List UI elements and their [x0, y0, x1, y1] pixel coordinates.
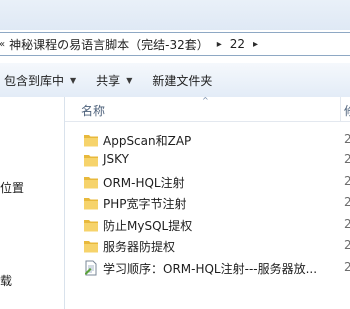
breadcrumb-chevron-icon[interactable]: ▸ [217, 39, 222, 50]
new-folder-label: 新建文件夹 [152, 73, 213, 88]
file-name: 服务器防提权 [103, 240, 176, 254]
list-item[interactable]: 防止MySQL提权 2 [65, 215, 350, 235]
file-name: 防止MySQL提权 [103, 219, 193, 233]
column-divider[interactable] [340, 97, 341, 121]
file-date: 2 [344, 238, 350, 252]
list-item[interactable]: PHP宽字节注射 2 [65, 193, 350, 213]
new-folder-button[interactable]: 新建文件夹 [142, 67, 222, 93]
folder-icon [83, 152, 99, 168]
dropdown-caret-icon: ▼ [70, 75, 77, 85]
share-label: 共享 [96, 73, 121, 88]
file-name: JSKY [103, 152, 129, 166]
address-bar[interactable]: « 神秘课程の易语言脚本（完结-32套） ▸ 22 ▸ [0, 32, 350, 56]
share-button[interactable]: 共享 ▼ [86, 67, 142, 93]
list-item[interactable]: 服务器防提权 2 [65, 236, 350, 256]
history-overflow-icon[interactable]: « [0, 39, 5, 50]
folder-icon [83, 174, 99, 190]
nav-item-downloads[interactable]: 下载 [0, 272, 12, 289]
file-name: AppScan和ZAP [103, 134, 192, 148]
navigation-pane: 的位置 下载 [0, 97, 65, 309]
breadcrumb-chevron-icon[interactable]: ▸ [253, 39, 258, 50]
list-item[interactable]: ORM-HQL注射 2 [65, 172, 350, 192]
column-header: ^ 名称 修 [65, 96, 350, 122]
window-title-strip [0, 0, 350, 30]
text-document-icon [83, 260, 99, 276]
list-item[interactable]: JSKY 2 [65, 150, 350, 170]
include-in-library-label: 包含到库中 [4, 73, 65, 88]
list-item[interactable]: 学习顺序：ORM-HQL注射---服务器放... 2 [65, 258, 350, 278]
folder-icon [83, 195, 99, 211]
sort-ascending-icon: ^ [202, 96, 209, 105]
column-header-date[interactable]: 修 [344, 102, 350, 119]
dropdown-caret-icon: ▼ [126, 75, 133, 85]
folder-icon [83, 238, 99, 254]
breadcrumb-course-folder[interactable]: 神秘课程の易语言脚本（完结-32套） [9, 36, 209, 53]
explorer-window: « 神秘课程の易语言脚本（完结-32套） ▸ 22 ▸ 包含到库中 ▼ 共享 ▼… [0, 0, 350, 309]
command-bar: 包含到库中 ▼ 共享 ▼ 新建文件夹 [0, 62, 350, 98]
file-name: PHP宽字节注射 [103, 197, 187, 211]
breadcrumb-current-folder[interactable]: 22 [230, 37, 245, 51]
file-list: ^ 名称 修 AppScan和ZAP 2 JSKY 2 ORM-HQL注射 2 [65, 96, 350, 309]
file-name: ORM-HQL注射 [103, 176, 185, 190]
file-name: 学习顺序：ORM-HQL注射---服务器放... [103, 262, 318, 276]
file-date: 2 [344, 260, 350, 274]
include-in-library-button[interactable]: 包含到库中 ▼ [0, 67, 86, 93]
file-date: 2 [344, 195, 350, 209]
file-date: 2 [344, 174, 350, 188]
file-date: 2 [344, 132, 350, 146]
nav-item-recent-places[interactable]: 的位置 [0, 179, 24, 196]
folder-icon [83, 217, 99, 233]
folder-icon [83, 132, 99, 148]
file-date: 2 [344, 217, 350, 231]
file-date: 2 [344, 152, 350, 166]
column-header-name[interactable]: 名称 [81, 102, 105, 119]
list-item[interactable]: AppScan和ZAP 2 [65, 130, 350, 150]
